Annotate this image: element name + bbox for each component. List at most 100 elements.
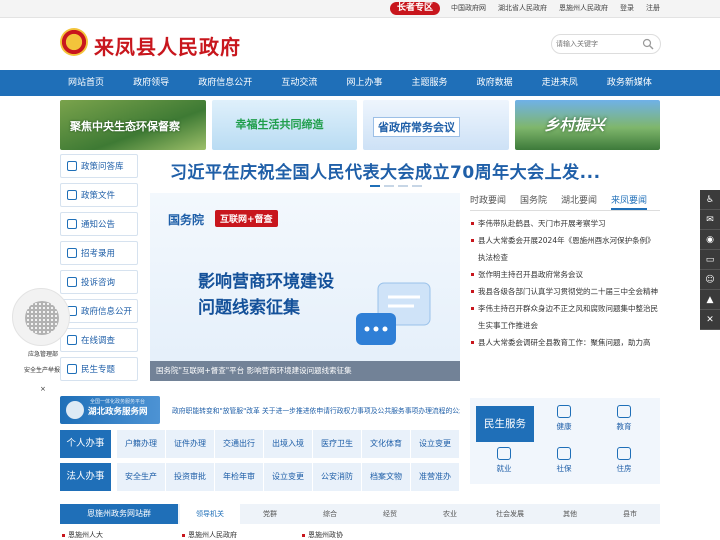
service-item[interactable]: 公安消防	[312, 463, 362, 491]
hero-tag: 互联网+督查	[215, 210, 278, 227]
service-item[interactable]: 投资审批	[165, 463, 215, 491]
tab-laifeng-news[interactable]: 来凤要闻	[611, 193, 648, 210]
hero-title-line2: 问题线索征集	[198, 298, 300, 318]
service-item[interactable]: 交通出行	[214, 430, 264, 458]
site-group-header: 恩施州政务网站群	[60, 504, 178, 524]
nav-interaction[interactable]: 互动交流	[273, 70, 325, 96]
wechat-icon[interactable]: ✉	[700, 210, 720, 230]
carousel-dot[interactable]	[412, 185, 422, 187]
site-link[interactable]: 恩施州人民政府	[180, 530, 300, 540]
news-item[interactable]: 李伟主持召开群众身边不正之风和腐败问题集中整治民生实事工作推进会	[470, 300, 660, 334]
banner-happy-life[interactable]: 幸福生活共同缔造	[211, 100, 357, 150]
life-social-security[interactable]: 社保	[544, 444, 584, 480]
site-title[interactable]: 来凤县人民政府	[94, 31, 241, 60]
life-education[interactable]: 教育	[604, 402, 644, 438]
graduation-cap-icon	[67, 364, 77, 374]
weibo-icon[interactable]: ◉	[700, 230, 720, 250]
elder-mode-button[interactable]: 长者专区	[390, 2, 440, 15]
banner-eco-inspection[interactable]: 聚焦中央生态环保督察	[60, 100, 206, 150]
nav-info-disclosure[interactable]: 政府信息公开	[190, 70, 260, 96]
scrolling-notice[interactable]: 政府职能转变和"放管服"改革 关于进一步推进依申请行政权力事项及公共服务事项办理…	[172, 405, 460, 415]
link-hubei-gov[interactable]: 湖北省人民政府	[498, 3, 547, 13]
nav-about-laifeng[interactable]: 走进来凤	[534, 70, 586, 96]
carousel-dot[interactable]	[384, 185, 394, 187]
register-link[interactable]: 注册	[646, 3, 660, 13]
login-link[interactable]: 登录	[620, 3, 634, 13]
tab-agriculture[interactable]: 农业	[420, 504, 480, 524]
nav-home[interactable]: 网站首页	[60, 70, 112, 96]
site-link[interactable]: 恩施州政协	[300, 530, 420, 540]
personal-service-header[interactable]: 个人办事	[60, 430, 111, 458]
hero-org: 国务院	[168, 213, 205, 227]
nav-new-media[interactable]: 政务新媒体	[599, 70, 660, 96]
sidemenu-policy-docs[interactable]: 政策文件	[60, 183, 138, 207]
life-health[interactable]: 健康	[544, 402, 584, 438]
link-gov-cn[interactable]: 中国政府网	[451, 3, 486, 13]
nav-topic-service[interactable]: 主题服务	[404, 70, 456, 96]
tab-politics-news[interactable]: 时政要闻	[470, 193, 506, 210]
link-enshi-gov[interactable]: 恩施州人民政府	[559, 3, 608, 13]
service-item[interactable]: 户籍办理	[116, 430, 166, 458]
chat-icon[interactable]: ☺	[700, 270, 720, 290]
search-input[interactable]	[556, 38, 636, 51]
service-item[interactable]: 证件办理	[165, 430, 215, 458]
service-item[interactable]: 安全生产	[116, 463, 166, 491]
tab-hubei-news[interactable]: 湖北要闻	[561, 193, 597, 210]
carousel-dot[interactable]	[370, 185, 380, 187]
hero-title-line1: 影响营商环境建设	[198, 272, 334, 292]
top-icon[interactable]: ▲	[700, 290, 720, 310]
service-item[interactable]: 医疗卫生	[312, 430, 362, 458]
service-item[interactable]: 准营准办	[410, 463, 460, 491]
service-item[interactable]: 文化体育	[361, 430, 411, 458]
sidemenu-info-disclosure[interactable]: 政府信息公开	[60, 299, 138, 323]
life-label: 住房	[616, 464, 632, 473]
nav-gov-data[interactable]: 政府数据	[469, 70, 521, 96]
sidemenu-survey[interactable]: 在线调查	[60, 328, 138, 352]
tab-state-council[interactable]: 国务院	[520, 193, 547, 210]
banner-executive-meeting[interactable]: 省政府常务会议	[363, 100, 509, 150]
app-icon[interactable]: ▭	[700, 250, 720, 270]
news-item[interactable]: 李伟带队赴鹤县、天门市开展考察学习	[470, 215, 660, 232]
service-item[interactable]: 出境入境	[263, 430, 313, 458]
tab-party[interactable]: 党群	[240, 504, 300, 524]
service-item[interactable]: 设立变更	[263, 463, 313, 491]
qr-code[interactable]	[12, 288, 70, 346]
news-item[interactable]: 我县各级各部门认真学习贯彻党的二十届三中全会精神	[470, 283, 660, 300]
banner-rural-revitalization[interactable]: 乡村振兴	[514, 100, 660, 150]
sidemenu-policy-qa[interactable]: 政策问答库	[60, 154, 138, 178]
life-employment[interactable]: 就业	[484, 444, 524, 480]
sidemenu-livelihood[interactable]: 民生专题	[60, 357, 138, 381]
sidemenu-recruitment[interactable]: 招考录用	[60, 241, 138, 265]
accessibility-icon[interactable]: ♿	[700, 190, 720, 210]
nav-leaders[interactable]: 政府领导	[125, 70, 177, 96]
notice-icon	[67, 219, 77, 229]
hubei-service-link[interactable]: 全国一体化政务服务平台 湖北政务服务网	[60, 396, 160, 424]
news-item[interactable]: 县人大常委会开展2024年《恩施州酉水河保护条例》执法检查	[470, 232, 660, 266]
site-link[interactable]: 恩施州人大	[60, 530, 180, 540]
emblem-icon	[66, 401, 84, 419]
qr-close-button[interactable]: ×	[40, 385, 46, 393]
hero-slide[interactable]: 国务院 互联网+督查 影响营商环境建设 问题线索征集 国务院"互联网+督查"平台…	[150, 193, 460, 381]
close-icon[interactable]: ✕	[700, 310, 720, 330]
service-item[interactable]: 档案文物	[361, 463, 411, 491]
tab-leadership[interactable]: 领导机关	[180, 504, 240, 524]
sidemenu-notices[interactable]: 通知公告	[60, 212, 138, 236]
service-item[interactable]: 设立变更	[410, 430, 460, 458]
headline-link[interactable]: 习近平在庆祝全国人民代表大会成立70周年大会上发...	[170, 158, 601, 183]
service-item[interactable]: 年检年审	[214, 463, 264, 491]
news-item[interactable]: 张作明主持召开县政府常务会议	[470, 266, 660, 283]
tab-social-development[interactable]: 社会发展	[480, 504, 540, 524]
recruit-icon	[67, 248, 77, 258]
tab-other[interactable]: 其他	[540, 504, 600, 524]
tab-counties[interactable]: 县市	[600, 504, 660, 524]
tab-trade[interactable]: 经贸	[360, 504, 420, 524]
life-housing[interactable]: 住房	[604, 444, 644, 480]
search-icon[interactable]	[642, 38, 654, 50]
legal-service-header[interactable]: 法人办事	[60, 463, 111, 491]
livelihood-header[interactable]: 民生服务	[476, 406, 534, 442]
nav-online-service[interactable]: 网上办事	[338, 70, 390, 96]
tab-general[interactable]: 综合	[300, 504, 360, 524]
carousel-dot[interactable]	[398, 185, 408, 187]
news-item[interactable]: 县人大常委会调研全县教育工作：聚焦问题，助力高	[470, 334, 660, 351]
sidemenu-complaints[interactable]: 投诉咨询	[60, 270, 138, 294]
